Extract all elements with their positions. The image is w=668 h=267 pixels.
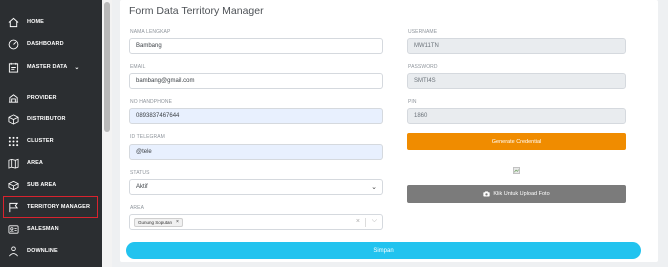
status-label: STATUS xyxy=(130,170,150,176)
sidebar-item-provider[interactable]: PROVIDER xyxy=(6,88,98,108)
clear-icon[interactable]: × xyxy=(356,218,360,225)
sidebar-item-label: SALESMAN xyxy=(27,226,59,232)
broken-image-icon xyxy=(513,161,520,174)
distributor-icon xyxy=(6,112,20,126)
area-label: AREA xyxy=(130,205,145,211)
sidebar-item-salesman[interactable]: SALESMAN xyxy=(6,219,98,239)
dashboard-icon xyxy=(6,37,20,51)
username-value: MW11TN xyxy=(414,43,439,49)
pin-field[interactable]: 1860 xyxy=(407,108,626,124)
cluster-icon xyxy=(6,134,20,148)
sidebar-item-label: CLUSTER xyxy=(27,138,54,144)
upload-photo-button[interactable]: Klik Untuk Upload Foto xyxy=(407,185,626,203)
map-icon xyxy=(6,156,20,170)
chevron-down-icon: ⌄ xyxy=(74,64,80,71)
email-field[interactable]: bambang@gmail.com xyxy=(129,73,383,89)
sidebar-item-label: MASTER DATA xyxy=(27,64,68,70)
pin-value: 1860 xyxy=(414,113,428,119)
sidebar: HOME DASHBOARD MASTER DATA ⌄ PROVIDER DI… xyxy=(0,0,102,267)
sidebar-item-label: HOME xyxy=(27,19,44,25)
save-label: Simpan xyxy=(373,247,394,254)
page-title: Form Data Territory Manager xyxy=(129,5,264,17)
downline-icon xyxy=(6,244,20,258)
sidebar-item-downline[interactable]: DOWNLINE xyxy=(6,241,98,261)
separator xyxy=(365,218,366,227)
hp-label: NO HANDPHONE xyxy=(130,99,173,105)
email-value: bambang@gmail.com xyxy=(136,78,195,84)
chevron-down-icon: ⌄ xyxy=(371,184,377,191)
sidebar-item-cluster[interactable]: CLUSTER xyxy=(6,131,98,151)
area-tag-label: Gunung Soputan xyxy=(138,219,173,225)
password-value: SMTI4S xyxy=(414,78,436,84)
status-value: Aktif xyxy=(136,184,148,190)
telegram-label: ID TELEGRAM xyxy=(130,134,165,140)
salesman-icon xyxy=(6,222,20,236)
sidebar-item-label: DISTRIBUTOR xyxy=(27,116,66,122)
sidebar-item-dashboard[interactable]: DASHBOARD xyxy=(6,34,98,54)
area-tag: Gunung Soputan × xyxy=(134,217,183,227)
nama-label: NAMA LENGKAP xyxy=(130,29,171,35)
sidebar-item-label: DASHBOARD xyxy=(27,41,64,47)
sidebar-item-home[interactable]: HOME xyxy=(6,12,98,32)
hp-value: 0893837467644 xyxy=(136,113,180,119)
area-multiselect[interactable]: Gunung Soputan × × ⌵ xyxy=(129,214,383,230)
sidebar-item-area[interactable]: AREA xyxy=(6,153,98,173)
sidebar-item-distributor[interactable]: DISTRIBUTOR xyxy=(6,109,98,129)
sidebar-scrollbar-thumb[interactable] xyxy=(104,2,110,132)
sidebar-item-sub-area[interactable]: SUB AREA xyxy=(6,175,98,195)
chevron-down-icon[interactable]: ⌵ xyxy=(372,217,377,225)
sidebar-item-label: TERRITORY MANAGER xyxy=(27,204,91,210)
password-label: PASSWORD xyxy=(408,64,438,70)
generate-credential-button[interactable]: Generate Credential xyxy=(407,133,626,150)
camera-icon xyxy=(483,191,491,197)
sidebar-item-label: PROVIDER xyxy=(27,95,57,101)
page-gutter xyxy=(658,0,668,267)
sidebar-item-label: SUB AREA xyxy=(27,182,57,188)
flag-icon xyxy=(6,200,20,214)
master-data-icon xyxy=(6,60,20,74)
upload-label: Klik Untuk Upload Foto xyxy=(493,191,550,197)
generate-label: Generate Credential xyxy=(491,138,542,145)
home-icon xyxy=(6,15,20,29)
sidebar-item-label: AREA xyxy=(27,160,43,166)
telegram-value: @tele xyxy=(136,149,152,155)
remove-tag-icon[interactable]: × xyxy=(176,219,179,225)
sidebar-item-master-data[interactable]: MASTER DATA ⌄ xyxy=(6,57,98,77)
sub-area-icon xyxy=(6,178,20,192)
provider-icon xyxy=(6,91,20,105)
sidebar-item-territory-manager[interactable]: TERRITORY MANAGER xyxy=(3,196,98,218)
status-select[interactable]: Aktif ⌄ xyxy=(129,179,383,195)
sidebar-item-label: DOWNLINE xyxy=(27,248,58,254)
telegram-field[interactable]: @tele xyxy=(129,144,383,160)
nama-value: Bambang xyxy=(136,43,162,49)
username-field[interactable]: MW11TN xyxy=(407,38,626,54)
save-button[interactable]: Simpan xyxy=(126,242,641,259)
hp-field[interactable]: 0893837467644 xyxy=(129,108,383,124)
email-label: EMAIL xyxy=(130,64,146,70)
password-field[interactable]: SMTI4S xyxy=(407,73,626,89)
username-label: USERNAME xyxy=(408,29,438,35)
nama-field[interactable]: Bambang xyxy=(129,38,383,54)
pin-label: PIN xyxy=(408,99,417,105)
